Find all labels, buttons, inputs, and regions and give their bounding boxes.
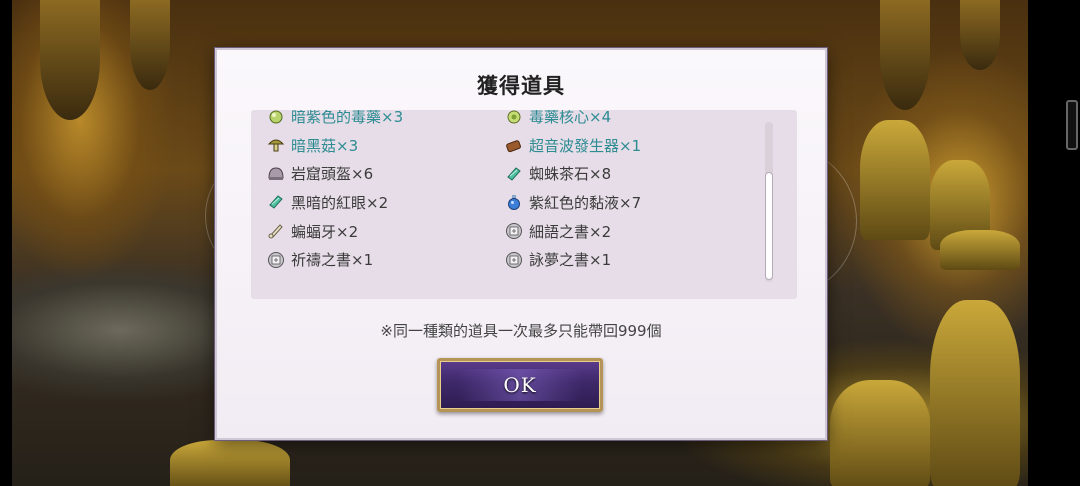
- item-entry[interactable]: 岩窟頭盔×6: [267, 159, 505, 188]
- green-gem-icon: [505, 165, 523, 183]
- rock-formation: [930, 300, 1020, 486]
- green-potion-icon: [267, 110, 285, 125]
- item-name: 細語之書×2: [529, 222, 612, 241]
- stalactite: [960, 0, 1000, 70]
- item-name: 毒藥核心×4: [529, 110, 612, 126]
- side-handle[interactable]: [1066, 100, 1078, 150]
- item-entry[interactable]: 蜘蛛茶石×8: [505, 159, 743, 188]
- item-entry[interactable]: 細語之書×2: [505, 217, 743, 246]
- fang-icon: [267, 222, 285, 240]
- book-icon: [505, 222, 523, 240]
- item-entry[interactable]: 蝙蝠牙×2: [267, 217, 505, 246]
- green-gem-icon: [267, 193, 285, 211]
- item-row: 祈禱之書×1 詠夢之書×1: [267, 245, 767, 274]
- device-icon: [505, 136, 523, 154]
- item-name: 暗黑菇×3: [291, 136, 359, 155]
- item-name: 蝙蝠牙×2: [291, 222, 359, 241]
- rock-formation: [940, 230, 1020, 270]
- ok-button[interactable]: OK: [437, 358, 603, 412]
- item-grid: 暗紫色的毒藥×3 毒藥核心×4 暗黑菇×3 超音波發生器×1 岩窟頭盔×6 蜘蛛茶石×8 黑…: [267, 110, 767, 274]
- stalactite: [40, 0, 100, 120]
- item-entry[interactable]: 暗黑菇×3: [267, 131, 505, 160]
- item-entry[interactable]: 祈禱之書×1: [267, 245, 505, 274]
- blue-flask-icon: [505, 193, 523, 211]
- item-entry[interactable]: 黑暗的紅眼×2: [267, 188, 505, 217]
- item-row: 岩窟頭盔×6 蜘蛛茶石×8: [267, 159, 767, 188]
- item-name: 暗紫色的毒藥×3: [291, 110, 404, 126]
- item-entry[interactable]: 超音波發生器×1: [505, 131, 743, 160]
- item-entry[interactable]: 詠夢之書×1: [505, 245, 743, 274]
- mushroom-icon: [267, 136, 285, 154]
- item-list[interactable]: 暗紫色的毒藥×3 毒藥核心×4 暗黑菇×3 超音波發生器×1 岩窟頭盔×6 蜘蛛茶石×8 黑…: [251, 110, 771, 299]
- green-core-icon: [505, 110, 523, 125]
- carry-limit-note: ※同一種類的道具一次最多只能帶回999個: [380, 322, 662, 340]
- item-row: 暗黑菇×3 超音波發生器×1: [267, 131, 767, 160]
- item-name: 詠夢之書×1: [529, 251, 612, 270]
- item-entry[interactable]: 毒藥核心×4: [505, 110, 743, 131]
- item-row: 黑暗的紅眼×2 紫紅色的黏液×7: [267, 188, 767, 217]
- stalactite: [880, 0, 930, 110]
- book-icon: [505, 251, 523, 269]
- item-name: 蜘蛛茶石×8: [529, 165, 612, 184]
- book-icon: [267, 251, 285, 269]
- item-acquired-dialog: 獲得道具 暗紫色的毒藥×3 毒藥核心×4 暗黑菇×3 超音波發生器×1 岩窟頭盔×6 蜘蛛…: [215, 48, 827, 440]
- rock-formation: [860, 120, 930, 240]
- right-screen-border: [1028, 0, 1080, 486]
- item-list-panel[interactable]: 暗紫色的毒藥×3 毒藥核心×4 暗黑菇×3 超音波發生器×1 岩窟頭盔×6 蜘蛛茶石×8 黑…: [251, 110, 797, 299]
- item-entry[interactable]: 紫紅色的黏液×7: [505, 188, 743, 217]
- stalactite: [130, 0, 170, 90]
- item-row: 暗紫色的毒藥×3 毒藥核心×4: [267, 110, 767, 131]
- scrollbar-thumb[interactable]: [765, 172, 773, 280]
- item-name: 祈禱之書×1: [291, 251, 374, 270]
- item-row: 蝙蝠牙×2 細語之書×2: [267, 217, 767, 246]
- item-name: 超音波發生器×1: [529, 136, 642, 155]
- item-list-scrollbar[interactable]: [765, 122, 773, 282]
- ok-button-label: OK: [503, 373, 537, 397]
- helmet-icon: [267, 165, 285, 183]
- rock-formation: [170, 440, 290, 486]
- rock-formation: [830, 380, 930, 486]
- dialog-title: 獲得道具: [477, 73, 565, 98]
- left-screen-border: [0, 0, 12, 486]
- item-name: 黑暗的紅眼×2: [291, 193, 389, 212]
- item-entry[interactable]: 暗紫色的毒藥×3: [267, 110, 505, 131]
- item-name: 岩窟頭盔×6: [291, 165, 374, 184]
- item-name: 紫紅色的黏液×7: [529, 193, 642, 212]
